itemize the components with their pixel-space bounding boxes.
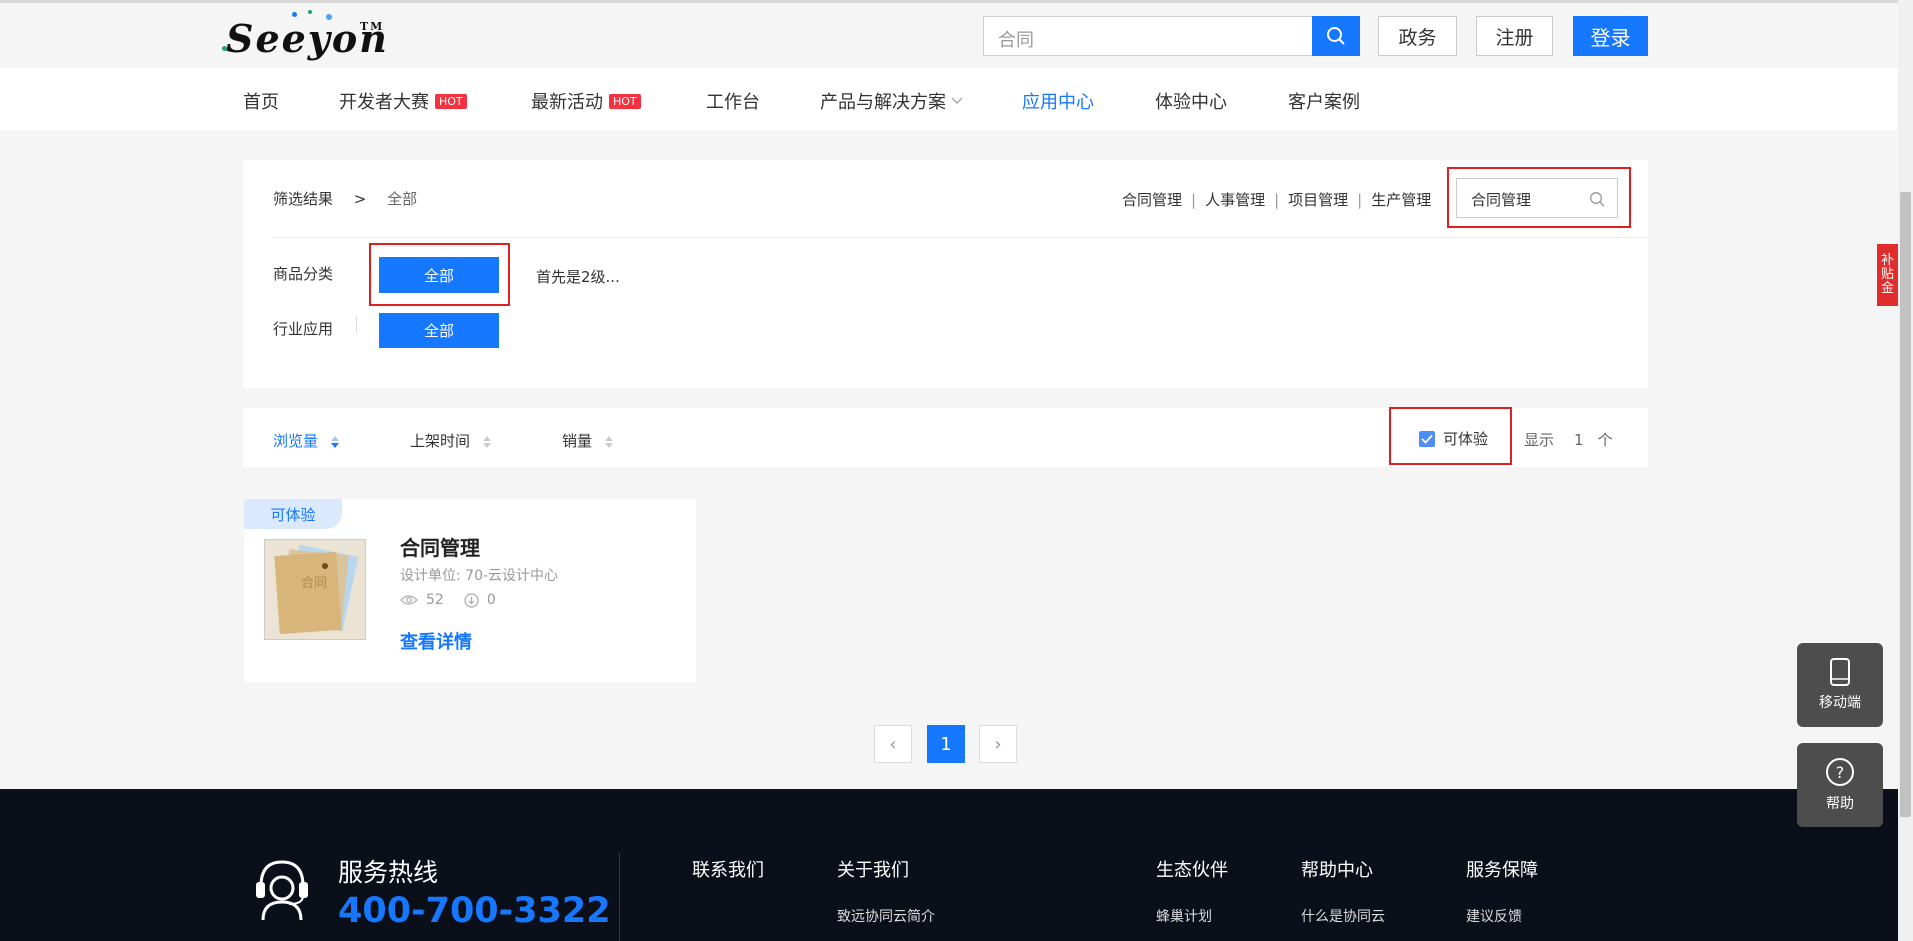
category-label: 商品分类 <box>273 265 334 283</box>
eye-icon <box>400 595 418 605</box>
quick-tag-production[interactable]: 生产管理 <box>1371 191 1431 209</box>
sort-sales[interactable]: 销量 <box>562 430 613 451</box>
quick-tags: 合同管理 | 人事管理 | 项目管理 | 生产管理 <box>1122 191 1432 209</box>
industry-label: 行业应用 <box>273 320 334 338</box>
search-icon[interactable] <box>1589 191 1605 207</box>
divider <box>273 237 1648 238</box>
chevron-down-icon <box>951 97 963 104</box>
footer-help-title[interactable]: 帮助中心 <box>1301 856 1373 882</box>
nav-dev-contest[interactable]: 开发者大赛 HOT <box>339 88 467 114</box>
pager-prev-button[interactable]: ‹ <box>874 725 912 763</box>
category-hint[interactable]: 首先是2级... <box>536 266 620 287</box>
hotline-number: 400-700-3322 <box>338 891 611 931</box>
footer-about-title[interactable]: 关于我们 <box>837 856 909 882</box>
footer-partners-item[interactable]: 蜂巢计划 <box>1156 906 1212 926</box>
nav-home[interactable]: 首页 <box>243 88 279 114</box>
global-search-button[interactable] <box>1312 16 1360 56</box>
nav-latest-events[interactable]: 最新活动 HOT <box>531 88 641 114</box>
register-button[interactable]: 注册 <box>1476 16 1553 56</box>
footer-help-item[interactable]: 什么是协同云 <box>1301 906 1385 926</box>
breadcrumb: 筛选结果 > 全部 <box>273 188 417 209</box>
quick-tag-hr[interactable]: 人事管理 <box>1205 191 1265 209</box>
headset-icon <box>253 856 311 926</box>
trial-label: 可体验 <box>1443 430 1489 448</box>
nav-workbench[interactable]: 工作台 <box>706 88 760 114</box>
hot-badge: HOT <box>609 93 641 109</box>
sort-arrows-icon <box>604 435 613 448</box>
help-label: 帮助 <box>1826 796 1854 812</box>
footer-divider <box>619 853 620 941</box>
industry-all-button[interactable]: 全部 <box>379 313 499 348</box>
sort-arrows-icon <box>330 435 339 448</box>
app-title[interactable]: 合同管理 <box>400 532 480 561</box>
footer-service-item[interactable]: 建议反馈 <box>1466 906 1522 926</box>
app-designer: 设计单位: 70-云设计中心 <box>400 568 559 584</box>
crumb-label: 筛选结果 <box>273 190 334 208</box>
global-search-input[interactable]: 合同 <box>983 16 1313 56</box>
nav-customer-cases[interactable]: 客户案例 <box>1288 88 1360 114</box>
hot-badge: HOT <box>435 93 467 109</box>
filter-search-input[interactable]: 合同管理 <box>1456 178 1618 218</box>
footer-about-intro[interactable]: 致远协同云简介 <box>837 906 935 926</box>
quick-tag-project[interactable]: 项目管理 <box>1288 191 1348 209</box>
seeyon-logo[interactable]: Seeyon TM <box>222 10 389 61</box>
app-thumbnail[interactable]: 合同 <box>264 539 366 640</box>
gov-button[interactable]: 政务 <box>1378 16 1457 56</box>
nav-products[interactable]: 产品与解决方案 <box>820 88 963 114</box>
view-details-link[interactable]: 查看详情 <box>400 628 472 654</box>
mobile-label: 移动端 <box>1819 695 1861 711</box>
svg-text:?: ? <box>1836 763 1845 782</box>
sort-arrows-icon <box>482 435 491 448</box>
nav-experience-center[interactable]: 体验中心 <box>1155 88 1227 114</box>
crumb-separator: > <box>353 190 367 208</box>
sort-views[interactable]: 浏览量 <box>273 430 339 451</box>
show-count: 显示 1 个 <box>1524 431 1613 449</box>
help-widget[interactable]: ? 帮助 <box>1797 743 1883 827</box>
sort-listing-time[interactable]: 上架时间 <box>410 430 491 451</box>
download-icon <box>464 592 479 608</box>
thumbnail-text: 合同 <box>301 576 328 591</box>
subsidy-tab[interactable]: 补贴金 <box>1877 244 1898 306</box>
trial-badge: 可体验 <box>244 499 342 529</box>
search-icon <box>1327 27 1345 45</box>
checkbox-checked-icon[interactable] <box>1419 430 1435 447</box>
scrollbar-thumb[interactable] <box>1900 192 1911 817</box>
filter-search-value: 合同管理 <box>1471 191 1532 209</box>
footer-service-title[interactable]: 服务保障 <box>1466 856 1538 882</box>
trial-checkbox[interactable]: 可体验 <box>1419 428 1488 449</box>
pager-page-1[interactable]: 1 <box>927 725 965 763</box>
quick-tag-contract[interactable]: 合同管理 <box>1122 191 1182 209</box>
logo-tm: TM <box>360 20 385 33</box>
category-all-button[interactable]: 全部 <box>379 257 499 293</box>
nav-app-center[interactable]: 应用中心 <box>1022 88 1094 114</box>
mobile-widget[interactable]: 移动端 <box>1797 643 1883 727</box>
download-count: 0 <box>486 592 496 608</box>
mobile-phone-icon <box>1830 658 1850 686</box>
app-stats: 52 0 <box>400 592 496 608</box>
footer-contact-title[interactable]: 联系我们 <box>692 856 764 882</box>
view-count: 52 <box>426 592 444 608</box>
login-button[interactable]: 登录 <box>1573 16 1648 56</box>
pager-next-button[interactable]: › <box>979 725 1017 763</box>
footer-partners-title[interactable]: 生态伙伴 <box>1156 856 1228 882</box>
help-icon: ? <box>1826 758 1854 786</box>
hotline-label: 服务热线 <box>338 858 439 887</box>
divider <box>356 316 357 334</box>
crumb-value: 全部 <box>387 190 418 208</box>
